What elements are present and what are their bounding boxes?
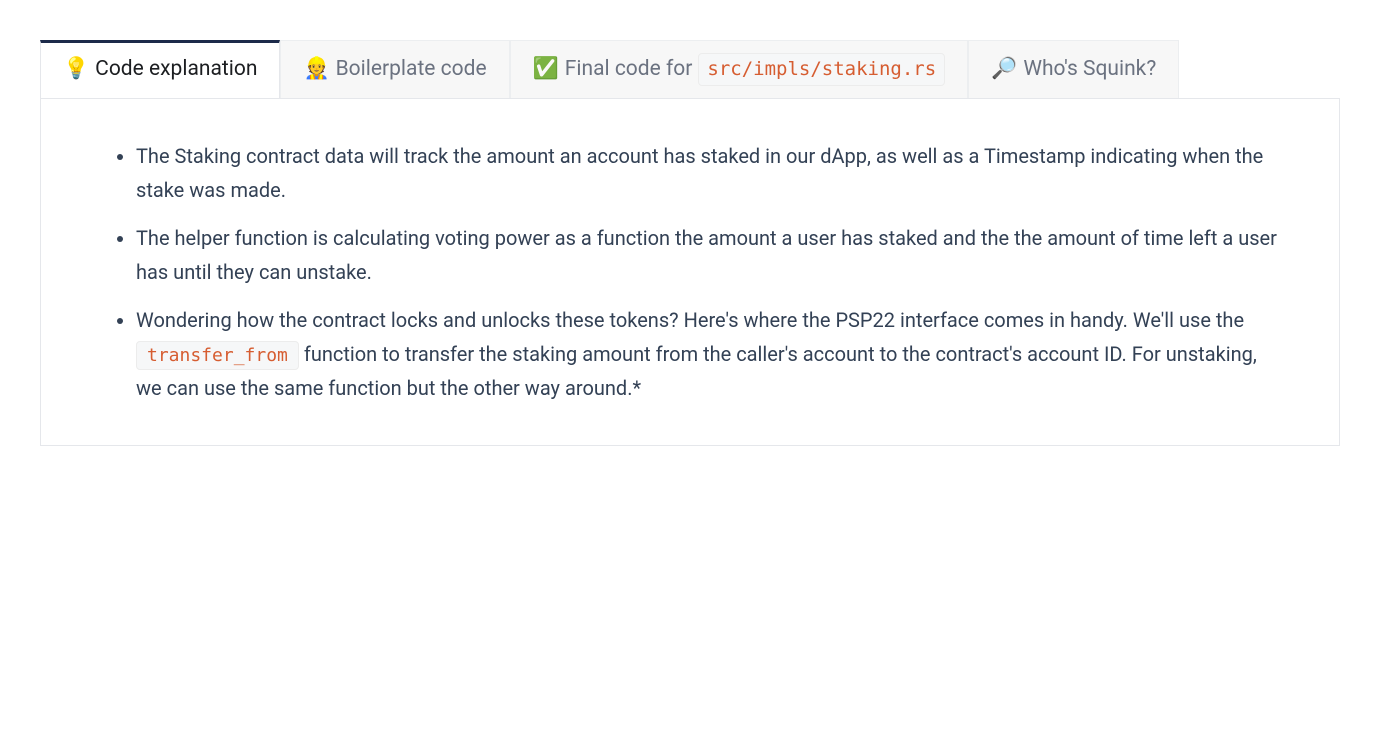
tab-label-prefix: Final code for bbox=[565, 55, 693, 84]
tabs-container: 💡 Code explanation 👷 Boilerplate code ✅ … bbox=[40, 40, 1340, 446]
tab-code-path: src/impls/staking.rs bbox=[698, 53, 945, 86]
magnifier-icon: 🔎 bbox=[991, 55, 1017, 84]
tab-panel-code-explanation: The Staking contract data will track the… bbox=[40, 98, 1340, 447]
list-item: The helper function is calculating votin… bbox=[136, 221, 1284, 289]
list-item: Wondering how the contract locks and unl… bbox=[136, 303, 1284, 406]
tab-final-code[interactable]: ✅ Final code for src/impls/staking.rs bbox=[510, 40, 969, 98]
bulb-icon: 💡 bbox=[63, 55, 89, 84]
tab-whos-squink[interactable]: 🔎 Who's Squink? bbox=[968, 40, 1179, 98]
tab-label: Boilerplate code bbox=[336, 55, 487, 84]
bullet-text-post: function to transfer the staking amount … bbox=[136, 342, 1257, 401]
bullet-text-pre: Wondering how the contract locks and unl… bbox=[136, 308, 1244, 332]
tab-list: 💡 Code explanation 👷 Boilerplate code ✅ … bbox=[40, 40, 1340, 98]
construction-worker-icon: 👷 bbox=[303, 55, 329, 84]
inline-code-transfer-from: transfer_from bbox=[136, 341, 299, 370]
bullet-text: The Staking contract data will track the… bbox=[136, 144, 1263, 202]
check-icon: ✅ bbox=[533, 55, 559, 84]
tab-boilerplate-code[interactable]: 👷 Boilerplate code bbox=[280, 40, 509, 98]
list-item: The Staking contract data will track the… bbox=[136, 139, 1284, 207]
tab-label: Who's Squink? bbox=[1023, 55, 1156, 84]
explanation-list: The Staking contract data will track the… bbox=[96, 139, 1284, 406]
tab-code-explanation[interactable]: 💡 Code explanation bbox=[40, 40, 280, 98]
bullet-text: The helper function is calculating votin… bbox=[136, 226, 1277, 284]
tab-label: Code explanation bbox=[95, 55, 257, 84]
